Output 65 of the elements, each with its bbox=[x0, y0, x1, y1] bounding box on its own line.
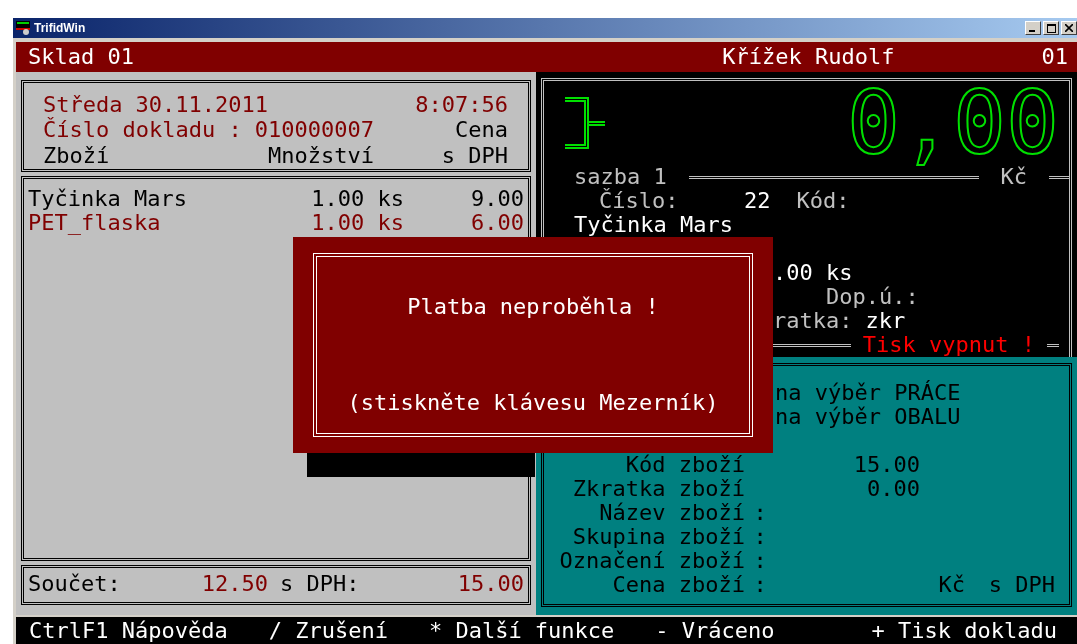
field-label: Název zboží bbox=[598, 501, 745, 525]
shortcut-hint: CtrlF1 Nápověda bbox=[29, 618, 228, 643]
total-label: Součet: bbox=[28, 572, 122, 598]
print-status: Tisk vypnut ! bbox=[862, 333, 1035, 357]
item-price: 6.00 bbox=[470, 211, 524, 235]
weekday: Středa bbox=[43, 93, 123, 117]
code-label: Kód: bbox=[796, 189, 850, 213]
number-label: Číslo: bbox=[599, 189, 679, 213]
time: 8:07:56 bbox=[414, 93, 508, 119]
field-separator: : bbox=[753, 548, 767, 573]
field-currency: Kč bbox=[938, 572, 965, 597]
item-quantity: 1.00 ks bbox=[310, 187, 404, 211]
window-title: TrifidWin bbox=[34, 21, 86, 35]
column-heading: s DPH bbox=[440, 143, 508, 169]
field-label: Označení zboží bbox=[558, 549, 745, 573]
total-gross: 15.00 bbox=[456, 572, 524, 598]
register-number: 01 bbox=[1041, 45, 1068, 69]
date: 30.11.2011 bbox=[135, 93, 268, 119]
shortcut-hint: * Další funkce bbox=[428, 618, 615, 643]
field-separator: : bbox=[753, 524, 767, 549]
app-icon bbox=[15, 20, 31, 36]
option-text[interactable]: na výběr PRÁCE bbox=[775, 380, 961, 405]
close-button[interactable] bbox=[1061, 21, 1077, 35]
column-heading: Zboží bbox=[43, 143, 111, 169]
vat-label: s DPH: bbox=[280, 572, 360, 598]
short-value: zkr bbox=[865, 309, 906, 333]
amount-display: 0,00 bbox=[847, 81, 1059, 165]
item-name[interactable]: Tyčinka Mars bbox=[28, 187, 294, 211]
quantity-display: .00 ks bbox=[773, 261, 853, 285]
dialog-message: Platba neproběhla ! bbox=[407, 295, 659, 319]
maximize-button[interactable] bbox=[1043, 21, 1059, 35]
field-note: s DPH bbox=[988, 572, 1055, 597]
document-number: 010000007 bbox=[254, 118, 374, 144]
column-heading: Cena bbox=[454, 118, 508, 144]
field-separator: : bbox=[753, 572, 767, 597]
currency-label: Kč bbox=[1000, 165, 1027, 189]
document-label: Číslo dokladu : bbox=[43, 118, 242, 144]
bracket-icon bbox=[564, 97, 606, 149]
item-name[interactable]: PET_flaska bbox=[28, 211, 294, 235]
shortcut-hint: - Vráceno bbox=[655, 618, 775, 643]
close-icon bbox=[1065, 24, 1073, 32]
extra-label: Dop.ú.: bbox=[826, 285, 919, 309]
dialog-hint: (stiskněte klávesu Mezerník) bbox=[347, 391, 719, 415]
field-label: Cena zboží bbox=[611, 573, 745, 597]
column-heading: Množství bbox=[267, 143, 374, 169]
cashier-name: Křížek Rudolf bbox=[722, 45, 895, 69]
number-value: 22 bbox=[743, 189, 771, 213]
rate-label: sazba 1 bbox=[574, 165, 667, 189]
item-name-display: Tyčinka Mars bbox=[574, 213, 733, 237]
field-separator: : bbox=[753, 500, 767, 525]
minimize-button[interactable] bbox=[1025, 21, 1041, 35]
field-value: 0.00 bbox=[867, 476, 920, 501]
maximize-icon bbox=[1046, 23, 1056, 33]
short-label: ratka: bbox=[773, 309, 853, 333]
field-label: Zkratka zboží bbox=[571, 477, 745, 501]
shortcut-hint: + Tisk dokladu bbox=[871, 618, 1057, 643]
item-quantity: 1.00 ks bbox=[310, 211, 404, 235]
option-text[interactable]: na výběr OBALU bbox=[775, 404, 961, 429]
item-price: 9.00 bbox=[470, 187, 524, 211]
store-label: Sklad 01 bbox=[28, 45, 135, 69]
total-net: 12.50 bbox=[200, 572, 268, 598]
field-label: Skupina zboží bbox=[571, 525, 745, 549]
field-value: 15.00 bbox=[853, 452, 920, 477]
field-label: Kód zboží bbox=[624, 453, 745, 477]
shortcut-hint: / Zrušení bbox=[268, 618, 388, 643]
